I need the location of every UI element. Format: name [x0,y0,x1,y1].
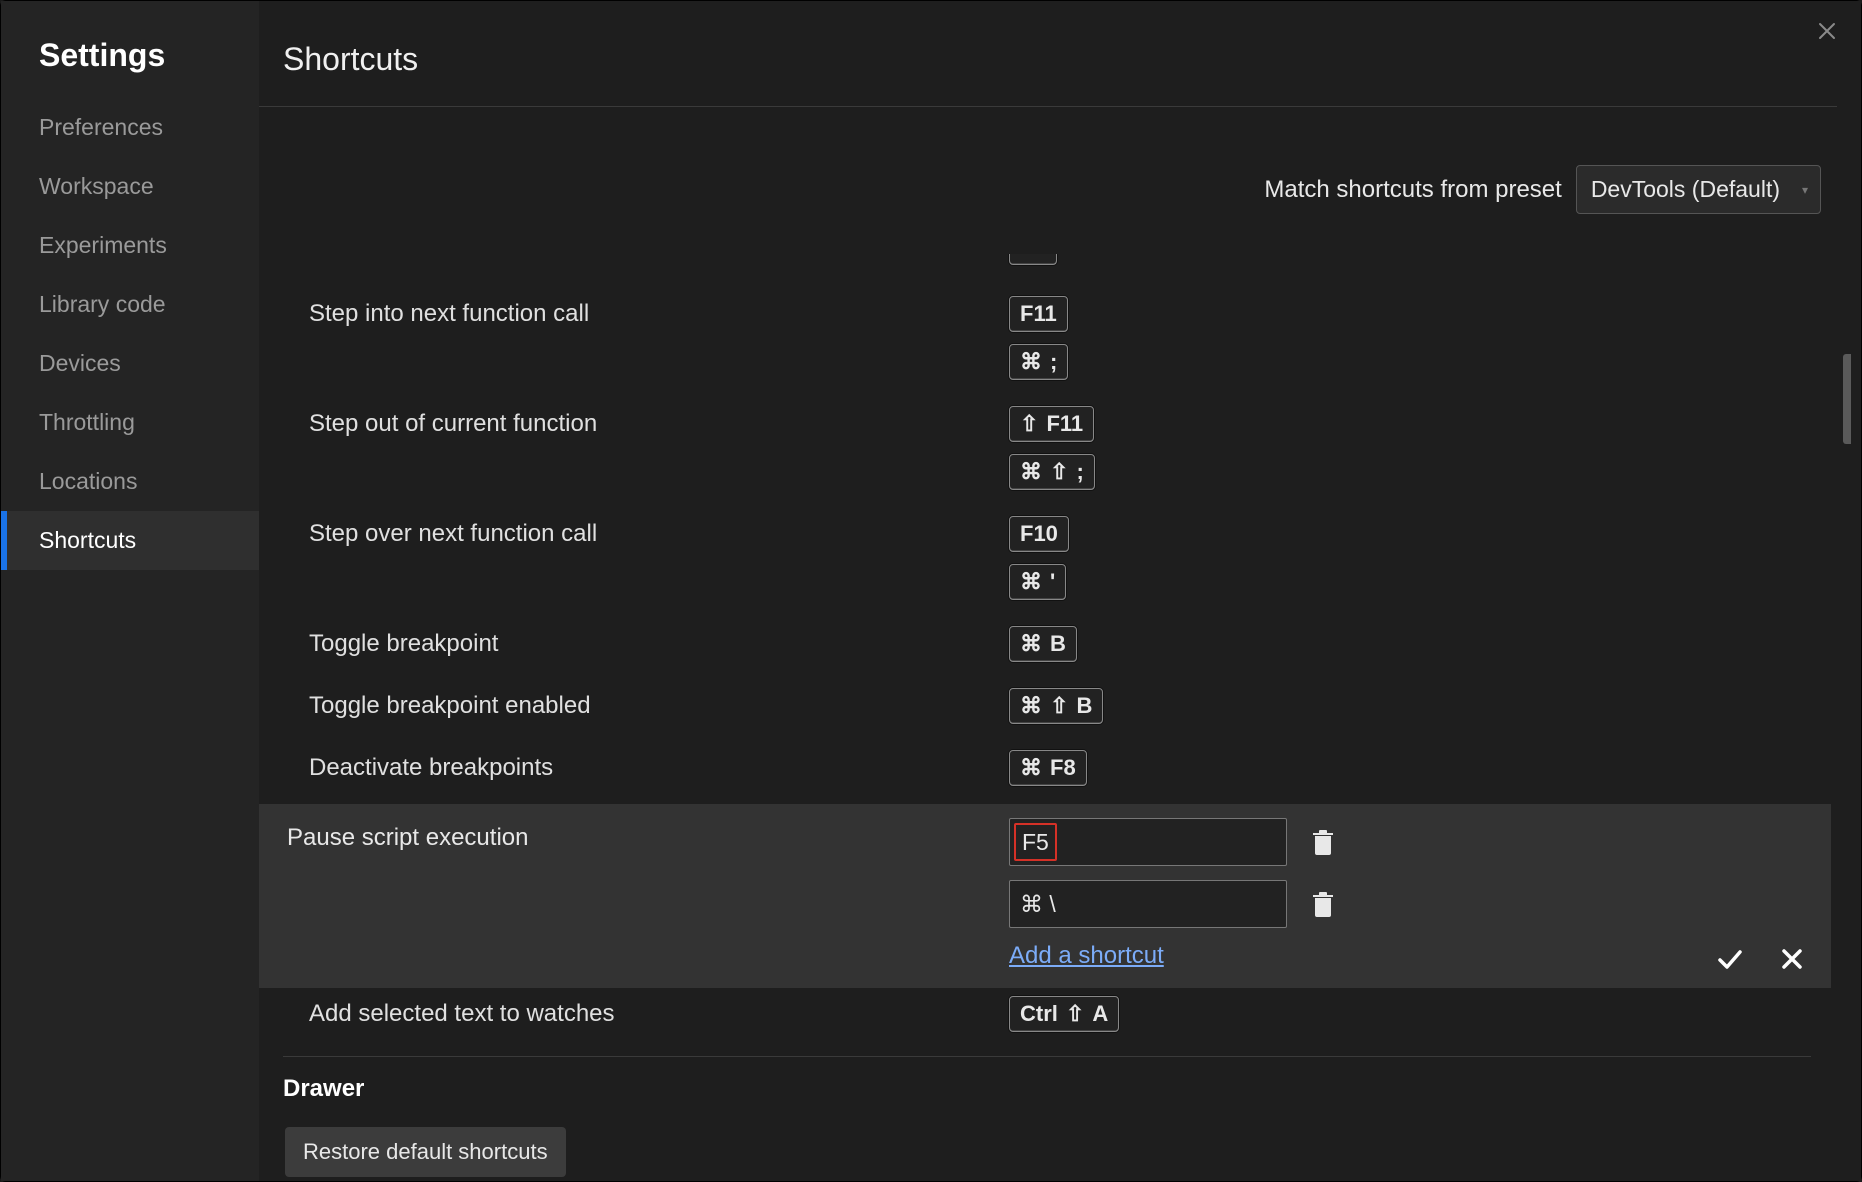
keys-column: F10⌘' [1009,508,1831,618]
key: ⇧ [1050,459,1068,485]
key: F11 [1020,301,1057,327]
keycap: ⌘ ⇧; [1009,454,1095,490]
key: ⇧ [1066,1001,1084,1027]
add-shortcut-link[interactable]: Add a shortcut [1009,942,1164,970]
shortcut-input-1[interactable]: ⌘ \ [1009,880,1287,928]
shortcut-row[interactable]: Step over next function callF10⌘' [259,508,1831,618]
shortcut-input-value: F5 [1014,823,1057,861]
keys-column: Ctrl ⇧ A [1009,988,1831,1050]
key: ' [1050,569,1055,595]
key: ⇧ [1020,411,1038,437]
delete-shortcut-button[interactable] [1309,826,1337,858]
keycap: ⌘; [1009,344,1068,380]
shortcut-row[interactable]: StepF9 [259,254,1831,288]
edit-shortcut-row: Pause script execution F5 [259,804,1831,988]
sidebar-item-devices[interactable]: Devices [1,334,259,393]
page-title: Shortcuts [259,1,1861,106]
keycap: ⌘' [1009,564,1066,600]
key: ; [1050,349,1057,375]
key: F9 [1020,254,1046,260]
keys-column: ⌘ F8 [1009,742,1831,804]
key: ⌘ [1020,349,1042,375]
sidebar-item-shortcuts[interactable]: Shortcuts [1,511,259,570]
keys-column: ⇧ F11⌘ ⇧; [1009,398,1831,508]
shortcut-row[interactable]: Step into next function call F11 ⌘; [259,288,1831,398]
keycap: ⌘ F8 [1009,750,1087,786]
key: B [1050,631,1066,657]
keycap: ⇧ F11 [1009,406,1094,442]
shortcut-row[interactable]: Add selected text to watches Ctrl ⇧ A [259,988,1831,1050]
close-icon[interactable] [1815,19,1839,43]
sidebar-item-preferences[interactable]: Preferences [1,98,259,157]
keys-column: ⌘B [1009,618,1831,680]
settings-sidebar: Settings PreferencesWorkspaceExperiments… [1,1,259,1181]
preset-value: DevTools (Default) [1591,176,1780,203]
shortcut-label: Deactivate breakpoints [309,742,1009,782]
shortcut-label: Toggle breakpoint [309,618,1009,658]
key: B [1076,693,1092,719]
key: F10 [1020,521,1058,547]
scrollbar[interactable] [1843,254,1851,1181]
keys-column: F9 [1009,254,1831,283]
preset-select[interactable]: DevTools (Default) ▾ [1576,165,1821,214]
shortcut-label: Step out of current function [309,398,1009,438]
shortcut-label: Step into next function call [309,288,1009,328]
sidebar-item-throttling[interactable]: Throttling [1,393,259,452]
keycap: F11 [1009,296,1068,332]
keys-column: ⌘ ⇧ B [1009,680,1831,742]
key: ⌘ [1020,631,1042,657]
keycap: F10 [1009,516,1069,552]
key: ⌘ [1020,459,1042,485]
sidebar-title: Settings [1,37,259,98]
scrollbar-thumb[interactable] [1843,354,1851,444]
sidebar-item-library-code[interactable]: Library code [1,275,259,334]
shortcut-input-0[interactable]: F5 [1009,818,1287,866]
keys-column: F11 ⌘; [1009,288,1831,398]
keycap: Ctrl ⇧ A [1009,996,1119,1032]
preset-label: Match shortcuts from preset [1264,176,1561,204]
keycap: F9 [1009,254,1057,265]
shortcut-label: Step over next function call [309,508,1009,548]
key: ⌘ [1020,569,1042,595]
key: ⇧ [1050,693,1068,719]
key: ; [1076,459,1083,485]
key: F8 [1050,755,1076,781]
shortcut-input-value: ⌘ \ [1020,891,1056,918]
sidebar-item-experiments[interactable]: Experiments [1,216,259,275]
delete-shortcut-button[interactable] [1309,888,1337,920]
key: F11 [1046,411,1083,437]
sidebar-item-workspace[interactable]: Workspace [1,157,259,216]
shortcut-row[interactable]: Deactivate breakpoints ⌘ F8 [259,742,1831,804]
cancel-icon[interactable] [1777,944,1807,974]
key: A [1092,1001,1108,1027]
shortcut-row[interactable]: Toggle breakpoint enabled ⌘ ⇧ B [259,680,1831,742]
shortcut-label: Pause script execution [287,818,1009,970]
key: Ctrl [1020,1001,1058,1027]
shortcut-label: Toggle breakpoint enabled [309,680,1009,720]
section-heading: Drawer [259,1057,1831,1115]
keycap: ⌘ ⇧ B [1009,688,1103,724]
shortcut-label: Add selected text to watches [309,988,1009,1028]
key: ⌘ [1020,693,1042,719]
sidebar-item-locations[interactable]: Locations [1,452,259,511]
keycap: ⌘B [1009,626,1077,662]
main-panel: Shortcuts Match shortcuts from preset De… [259,1,1861,1181]
chevron-down-icon: ▾ [1802,183,1808,197]
shortcut-row[interactable]: Step out of current function ⇧ F11⌘ ⇧; [259,398,1831,508]
key: ⌘ [1020,755,1042,781]
restore-defaults-button[interactable]: Restore default shortcuts [285,1127,566,1177]
confirm-icon[interactable] [1715,944,1745,974]
shortcut-row[interactable]: Toggle breakpoint⌘B [259,618,1831,680]
